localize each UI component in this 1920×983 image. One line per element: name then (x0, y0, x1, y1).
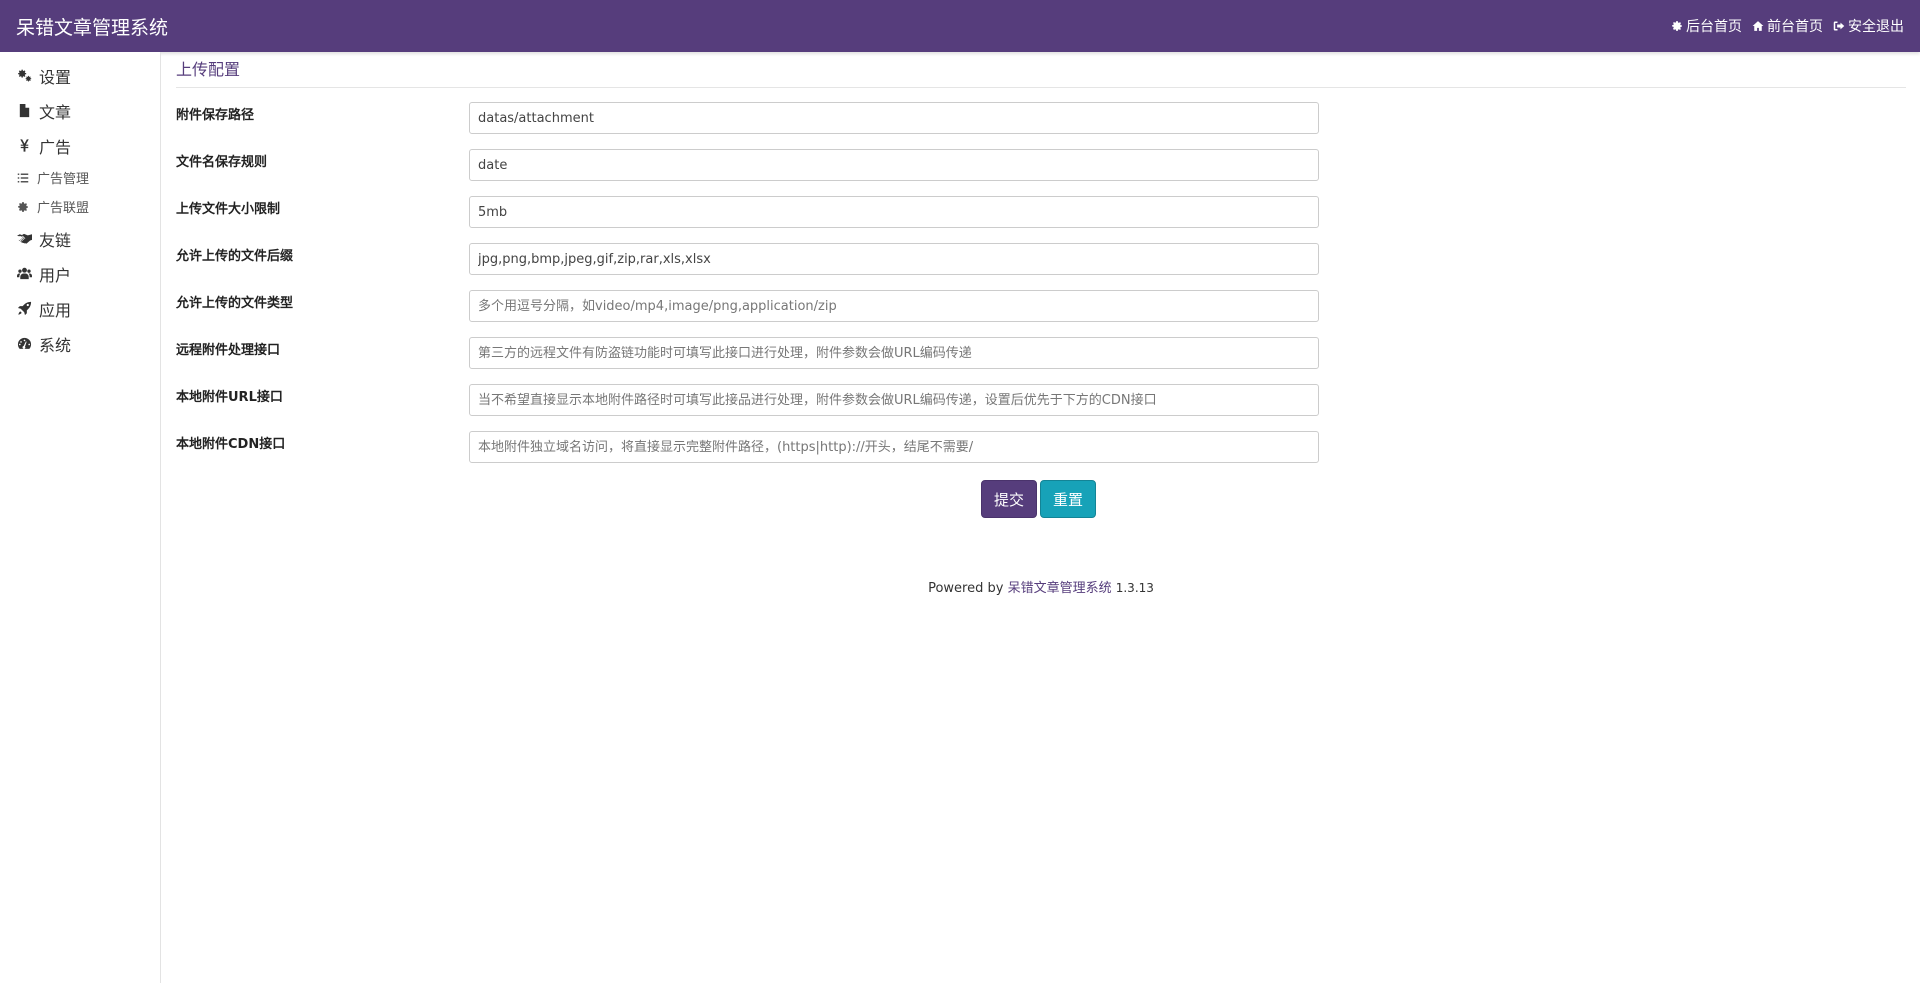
sidebar-item-ads[interactable]: 广告 (0, 128, 160, 163)
sidebar-item-settings[interactable]: 设置 (0, 58, 160, 93)
version-text: 1.3.13 (1115, 581, 1154, 595)
file-extensions-input[interactable] (469, 243, 1319, 275)
reset-button[interactable]: 重置 (1040, 480, 1097, 518)
field-label: 上传文件大小限制 (176, 202, 281, 217)
field-label: 允许上传的文件后缀 (176, 249, 294, 264)
form-actions: 提交 重置 (981, 480, 1319, 518)
brand-title[interactable]: 呆错文章管理系统 (16, 13, 168, 40)
yen-icon (17, 138, 39, 153)
filename-rule-input[interactable] (469, 149, 1319, 181)
form-row-size-limit: 上传文件大小限制 (176, 196, 1319, 243)
top-navbar: 呆错文章管理系统 后台首页 前台首页 安全退出 (0, 0, 1920, 52)
form-row-filename-rule: 文件名保存规则 (176, 149, 1319, 196)
sidebar-item-links[interactable]: 友链 (0, 221, 160, 256)
form-row-file-extensions: 允许上传的文件后缀 (176, 243, 1319, 290)
size-limit-input[interactable] (469, 196, 1319, 228)
submit-button[interactable]: 提交 (981, 480, 1038, 518)
footer: Powered by 呆错文章管理系统 1.3.13 (176, 577, 1906, 596)
local-url-input[interactable] (469, 384, 1319, 416)
remote-handler-input[interactable] (469, 337, 1319, 369)
product-link[interactable]: 呆错文章管理系统 (1008, 581, 1112, 596)
file-types-input[interactable] (469, 290, 1319, 322)
section-title: 上传配置 (176, 52, 1906, 88)
form-row-attachment-path: 附件保存路径 (176, 102, 1319, 149)
sidebar-item-users[interactable]: 用户 (0, 256, 160, 291)
sign-out-icon (1833, 21, 1845, 31)
form-row-local-cdn: 本地附件CDN接口 (176, 431, 1319, 478)
logout-link[interactable]: 安全退出 (1833, 16, 1904, 36)
file-icon (17, 103, 39, 118)
main-content: 上传配置 附件保存路径 文件名保存规则 上传文件大小限制 允许上传的文件后缀 允… (176, 52, 1906, 518)
users-icon (17, 266, 39, 281)
dashboard-icon (17, 336, 39, 351)
rocket-icon (17, 301, 39, 316)
handshake-icon (17, 231, 39, 246)
form-row-remote-handler: 远程附件处理接口 (176, 337, 1319, 384)
sidebar-item-apps[interactable]: 应用 (0, 291, 160, 326)
field-label: 允许上传的文件类型 (176, 296, 294, 311)
field-label: 本地附件CDN接口 (176, 437, 286, 452)
form-row-file-types: 允许上传的文件类型 (176, 290, 1319, 337)
sidebar: 设置 文章 广告 广告管理 广告联盟 友链 用户 应用 系统 (0, 52, 161, 983)
sidebar-item-ad-management[interactable]: 广告管理 (0, 163, 160, 192)
top-links: 后台首页 前台首页 安全退出 (1671, 16, 1904, 36)
field-label: 本地附件URL接口 (176, 390, 283, 405)
sidebar-item-system[interactable]: 系统 (0, 326, 160, 361)
admin-home-link[interactable]: 后台首页 (1671, 16, 1742, 36)
gears-icon (17, 68, 39, 83)
local-cdn-input[interactable] (469, 431, 1319, 463)
form-row-local-url: 本地附件URL接口 (176, 384, 1319, 431)
sidebar-item-article[interactable]: 文章 (0, 93, 160, 128)
attachment-path-input[interactable] (469, 102, 1319, 134)
field-label: 文件名保存规则 (176, 155, 268, 170)
powered-by-text: Powered by (928, 581, 1004, 596)
field-label: 远程附件处理接口 (176, 343, 281, 358)
field-label: 附件保存路径 (176, 108, 255, 123)
upload-config-form: 附件保存路径 文件名保存规则 上传文件大小限制 允许上传的文件后缀 允许上传的文… (176, 102, 1319, 518)
list-icon (17, 172, 37, 184)
gear-icon (17, 201, 37, 213)
sidebar-item-ad-union[interactable]: 广告联盟 (0, 192, 160, 221)
home-icon (1752, 21, 1764, 31)
front-home-link[interactable]: 前台首页 (1752, 16, 1823, 36)
gear-icon (1672, 21, 1682, 31)
